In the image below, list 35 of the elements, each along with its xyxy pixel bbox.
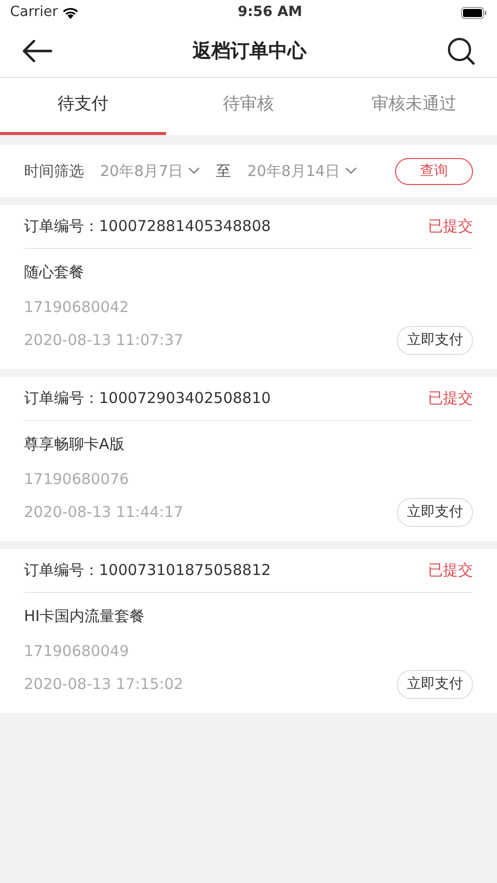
order-number: 订单编号：100072903402508810: [24, 388, 271, 410]
order-status: 已提交: [428, 388, 473, 410]
phone-number: 17190680042: [24, 298, 129, 316]
query-button[interactable]: 查询: [395, 158, 473, 184]
order-time: 2020-08-13 11:44:17: [24, 502, 184, 524]
wifi-icon: [62, 6, 79, 18]
page-title: 返档订单中心: [192, 40, 306, 62]
clock-time: 9:56 AM: [238, 3, 302, 22]
pay-now-button[interactable]: 立即支付: [397, 670, 473, 699]
package-name: 随心套餐: [24, 262, 85, 283]
carrier-name: Carrier: [10, 3, 58, 22]
order-status: 已提交: [428, 216, 473, 238]
phone-number: 17190680076: [24, 470, 129, 488]
pay-now-button[interactable]: 立即支付: [397, 498, 473, 527]
phone-number: 17190680049: [24, 642, 129, 660]
tab[interactable]: 审核未通过: [331, 78, 497, 135]
filter-label: 时间筛选: [24, 160, 84, 182]
battery-icon: [460, 6, 487, 18]
order-number: 订单编号：100072881405348808: [24, 216, 271, 238]
chevron-down-icon: [188, 167, 200, 175]
search-icon[interactable]: [447, 37, 475, 65]
end-date-dropdown[interactable]: 20年8月14日: [247, 160, 357, 182]
package-name: 尊享畅聊卡A版: [24, 434, 126, 455]
order-time: 2020-08-13 11:07:37: [24, 330, 184, 352]
start-date-dropdown[interactable]: 20年8月7日: [100, 160, 200, 182]
pay-now-button[interactable]: 立即支付: [397, 326, 473, 355]
order-status: 已提交: [428, 560, 473, 582]
tab[interactable]: 待支付: [0, 78, 166, 135]
tab[interactable]: 待审核: [166, 78, 332, 135]
range-separator: 至: [216, 160, 232, 182]
chevron-down-icon: [344, 167, 357, 175]
order-time: 2020-08-13 17:15:02: [24, 674, 184, 696]
order-number: 订单编号：100073101875058812: [24, 560, 271, 582]
back-icon[interactable]: [22, 40, 52, 62]
package-name: HI卡国内流量套餐: [24, 606, 146, 627]
